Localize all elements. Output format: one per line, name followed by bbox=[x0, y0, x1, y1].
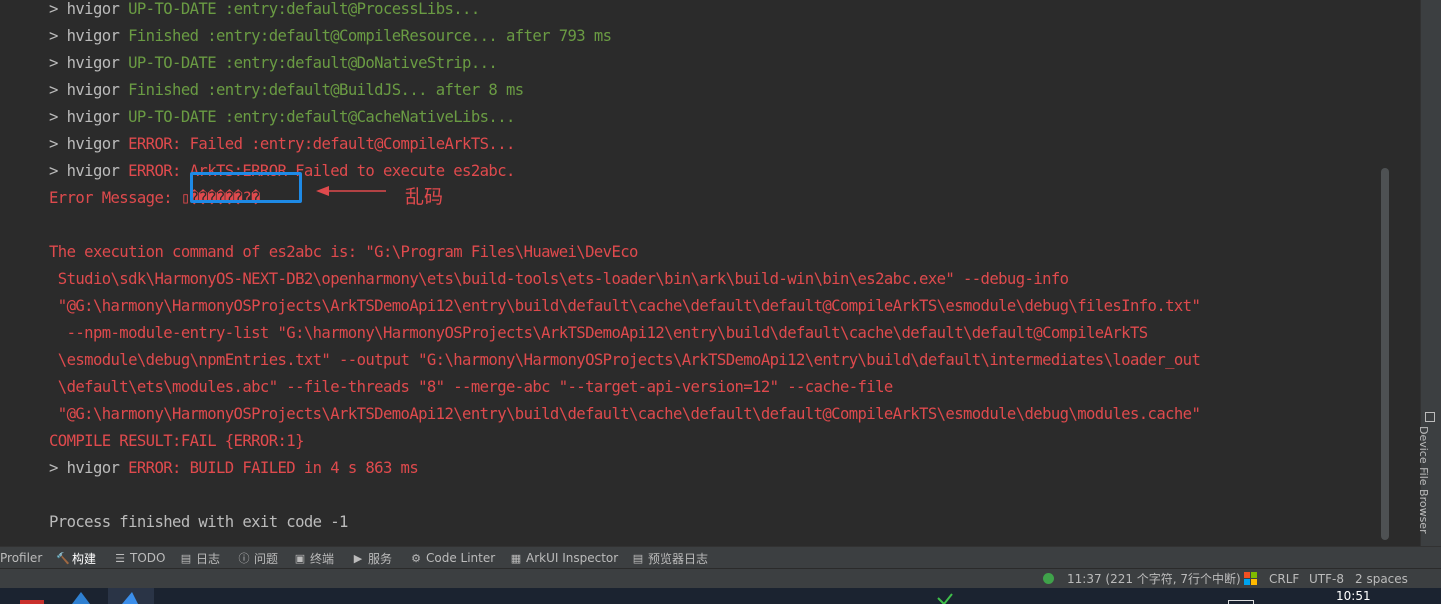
services-icon: ▶ bbox=[353, 551, 363, 565]
console-text: > hvigor bbox=[49, 81, 129, 99]
taskbar-app-icon[interactable] bbox=[20, 600, 44, 604]
console-text: > hvigor bbox=[49, 459, 129, 477]
console-line: > hvigor ERROR: Failed :entry:default@Co… bbox=[49, 131, 515, 158]
annotation-label: 乱码 bbox=[405, 186, 444, 208]
console-text: Finished :entry:default@CompileResource.… bbox=[128, 27, 612, 45]
console-text: Studio\sdk\HarmonyOS-NEXT-DB2\openharmon… bbox=[49, 270, 1069, 288]
console-line: COMPILE RESULT:FAIL {ERROR:1} bbox=[49, 428, 304, 455]
tool-window-label: Profiler bbox=[0, 551, 43, 565]
todo-icon: ☰ bbox=[115, 551, 125, 565]
console-line: "@G:\harmony\HarmonyOSProjects\ArkTSDemo… bbox=[49, 293, 1201, 320]
device-icon bbox=[1425, 412, 1435, 422]
tool-window-label: ArkUI Inspector bbox=[526, 551, 619, 565]
annotation-arrow bbox=[316, 186, 386, 196]
console-text: "@G:\harmony\HarmonyOSProjects\ArkTSDemo… bbox=[49, 297, 1201, 315]
tool-window-label: TODO bbox=[130, 551, 166, 565]
console-text: > hvigor bbox=[49, 108, 129, 126]
terminal-icon: ▣ bbox=[294, 551, 306, 565]
console-text: ERROR: Failed :entry:default@CompileArkT… bbox=[128, 135, 515, 153]
code-linter-icon: ⚙ bbox=[411, 551, 421, 565]
console-line: > hvigor Finished :entry:default@BuildJS… bbox=[49, 77, 524, 104]
console-text: Process finished with exit code -1 bbox=[49, 513, 348, 531]
taskbar-app-icon[interactable] bbox=[70, 588, 92, 604]
console-line: Studio\sdk\HarmonyOS-NEXT-DB2\openharmon… bbox=[49, 266, 1069, 293]
console-line: > hvigor UP-TO-DATE :entry:default@Cache… bbox=[49, 104, 515, 131]
console-text: UP-TO-DATE :entry:default@DoNativeStrip.… bbox=[128, 54, 498, 72]
file-encoding[interactable]: UTF-8 bbox=[1309, 569, 1344, 589]
tool-window-problems[interactable]: ⓘ 问题 bbox=[238, 547, 279, 569]
tool-window-build[interactable]: 🔨 构建 bbox=[56, 547, 96, 569]
taskbar-keyboard-icon[interactable] bbox=[1228, 600, 1254, 604]
tool-window-log[interactable]: ▤ 日志 bbox=[180, 547, 220, 569]
console-text: UP-TO-DATE :entry:default@ProcessLibs... bbox=[128, 0, 480, 18]
tool-window-terminal[interactable]: ▣ 终端 bbox=[294, 547, 334, 569]
windows-logo-icon bbox=[1244, 572, 1258, 586]
console-line: --npm-module-entry-list "G:\harmony\Harm… bbox=[49, 320, 1149, 347]
console-text: "@G:\harmony\HarmonyOSProjects\ArkTSDemo… bbox=[49, 405, 1201, 423]
problems-icon: ⓘ bbox=[238, 552, 250, 565]
console-scrollbar-thumb[interactable] bbox=[1381, 168, 1389, 540]
console-text: \esmodule\debug\npmEntries.txt" --output… bbox=[49, 351, 1201, 369]
log-icon: ▤ bbox=[180, 551, 192, 565]
console-line: Process finished with exit code -1 bbox=[49, 509, 348, 536]
annotation-box bbox=[190, 172, 302, 203]
console-text: Finished :entry:default@BuildJS... after… bbox=[128, 81, 524, 99]
console-text: COMPILE RESULT:FAIL {ERROR:1} bbox=[49, 432, 304, 450]
console-text: > hvigor bbox=[49, 135, 129, 153]
previewer-log-icon: ▤ bbox=[632, 551, 644, 565]
console-line: > hvigor UP-TO-DATE :entry:default@DoNat… bbox=[49, 50, 498, 77]
console-text: > hvigor bbox=[49, 27, 129, 45]
console-text: \default\ets\modules.abc" --file-threads… bbox=[49, 378, 893, 396]
console-line: > hvigor UP-TO-DATE :entry:default@Proce… bbox=[49, 0, 480, 23]
console-line: \default\ets\modules.abc" --file-threads… bbox=[49, 374, 893, 401]
console-line: The execution command of es2abc is: "G:\… bbox=[49, 239, 638, 266]
tool-window-services[interactable]: ▶ 服务 bbox=[352, 547, 392, 569]
tool-window-label: 终端 bbox=[310, 551, 335, 566]
tool-window-bar: Profiler 🔨 构建 ☰ TODO ▤ 日志 ⓘ 问题 ▣ 终端 ▶ 服务 ⚙ Code Linter… bbox=[0, 546, 1441, 569]
console-text: > hvigor bbox=[49, 54, 129, 72]
tool-window-arkui-inspector[interactable]: ▦ ArkUI Inspector bbox=[510, 547, 618, 569]
taskbar-network-icon[interactable] bbox=[936, 588, 996, 604]
status-ok-icon bbox=[1043, 573, 1054, 584]
indent-setting[interactable]: 2 spaces bbox=[1355, 569, 1408, 589]
tool-window-label: 问题 bbox=[254, 551, 279, 566]
console-text: ERROR: ArkTS:ERROR Failed to execute es2… bbox=[128, 162, 515, 180]
console-line: > hvigor ERROR: BUILD FAILED in 4 s 863 … bbox=[49, 455, 419, 482]
tool-window-code-linter[interactable]: ⚙ Code Linter bbox=[410, 547, 495, 569]
console-text: The execution command of es2abc is: "G:\… bbox=[49, 243, 638, 261]
console-text: Error Message: bbox=[49, 189, 181, 207]
device-file-browser-tab[interactable]: Device File Browser bbox=[1417, 412, 1441, 534]
os-taskbar: 10:51 bbox=[0, 588, 1441, 604]
console-text: > hvigor bbox=[49, 162, 129, 180]
tool-window-label: 预览器日志 bbox=[648, 551, 709, 566]
console-text: ERROR: BUILD FAILED in 4 s 863 ms bbox=[128, 459, 419, 477]
console-text: UP-TO-DATE :entry:default@CacheNativeLib… bbox=[128, 108, 515, 126]
tool-window-label: 构建 bbox=[72, 551, 97, 566]
run-console[interactable]: > hvigor UP-TO-DATE :entry:default@Proce… bbox=[0, 0, 1420, 546]
tool-window-previewer-log[interactable]: ▤ 预览器日志 bbox=[632, 547, 708, 569]
taskbar-clock[interactable]: 10:51 bbox=[1336, 589, 1371, 603]
console-line: \esmodule\debug\npmEntries.txt" --output… bbox=[49, 347, 1201, 374]
console-line: > hvigor Finished :entry:default@Compile… bbox=[49, 23, 612, 50]
console-text: --npm-module-entry-list "G:\harmony\Harm… bbox=[49, 324, 1149, 342]
taskbar-app-icon-active[interactable] bbox=[108, 588, 154, 604]
device-file-browser-label: Device File Browser bbox=[1417, 426, 1430, 534]
tool-window-label: 服务 bbox=[368, 551, 393, 566]
cursor-position[interactable]: 11:37 (221 个字符, 7行个中断) bbox=[1067, 569, 1241, 589]
line-separator[interactable]: CRLF bbox=[1269, 569, 1299, 589]
status-bar: 11:37 (221 个字符, 7行个中断) CRLF UTF-8 2 spac… bbox=[0, 568, 1441, 589]
tool-window-label: 日志 bbox=[196, 551, 221, 566]
tool-window-profiler[interactable]: Profiler bbox=[0, 547, 42, 569]
arkui-inspector-icon: ▦ bbox=[510, 551, 522, 565]
console-line: "@G:\harmony\HarmonyOSProjects\ArkTSDemo… bbox=[49, 401, 1201, 428]
build-icon: 🔨 bbox=[56, 551, 70, 565]
tool-window-todo[interactable]: ☰ TODO bbox=[114, 547, 165, 569]
console-text: > hvigor bbox=[49, 0, 129, 18]
tool-window-label: Code Linter bbox=[426, 551, 496, 565]
